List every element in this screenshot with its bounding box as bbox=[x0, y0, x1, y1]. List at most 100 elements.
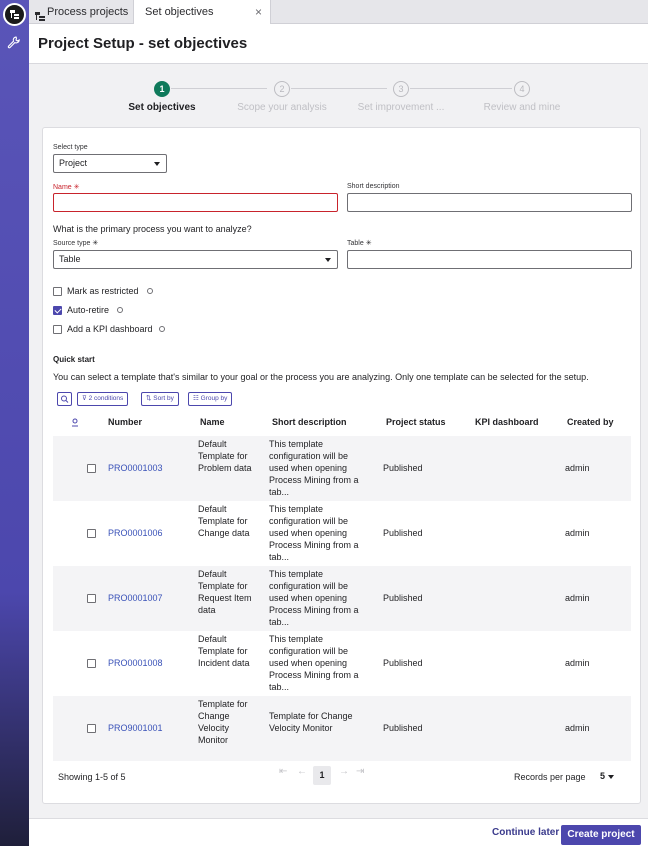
info-icon[interactable] bbox=[117, 307, 123, 313]
quick-start-title: Quick start bbox=[53, 355, 95, 364]
stepper: 1 2 3 4 Set objectives Scope your analys… bbox=[29, 64, 648, 120]
create-project-button[interactable]: Create project bbox=[561, 825, 641, 845]
next-page-icon[interactable]: → bbox=[339, 766, 349, 777]
row-checkbox[interactable] bbox=[87, 594, 96, 603]
step-1-indicator[interactable]: 1 bbox=[154, 81, 170, 97]
column-name[interactable]: Name bbox=[200, 417, 225, 427]
row-checkbox[interactable] bbox=[87, 464, 96, 473]
filter-icon: ⊽ bbox=[82, 395, 87, 402]
row-created-by: admin bbox=[565, 528, 590, 538]
step-4-indicator[interactable]: 4 bbox=[514, 81, 530, 97]
column-short-description[interactable]: Short description bbox=[272, 417, 347, 427]
mark-restricted-label: Mark as restricted bbox=[67, 286, 139, 296]
column-number[interactable]: Number bbox=[108, 417, 142, 427]
row-number-link[interactable]: PRO0001006 bbox=[108, 527, 163, 539]
quick-start-description: You can select a template that's similar… bbox=[53, 372, 589, 382]
table-row: PRO0001003 Default Template for Problem … bbox=[53, 436, 631, 501]
select-type-dropdown[interactable]: Project bbox=[53, 154, 167, 173]
source-type-dropdown[interactable]: Table bbox=[53, 250, 338, 269]
sort-icon: ⇅ bbox=[146, 395, 152, 402]
row-name: Default Template for Incident data bbox=[198, 634, 250, 668]
row-checkbox[interactable] bbox=[87, 529, 96, 538]
kpi-dashboard-checkbox[interactable] bbox=[53, 325, 62, 334]
search-icon bbox=[61, 395, 69, 403]
previous-page-icon[interactable]: ← bbox=[297, 766, 307, 777]
select-type-label: Select type bbox=[53, 144, 88, 151]
filter-conditions-button[interactable]: ⊽ 2 conditions bbox=[77, 392, 129, 406]
caret-down-icon bbox=[154, 162, 160, 166]
group-by-label: Group by bbox=[200, 395, 228, 402]
row-number-link[interactable]: PRO0001008 bbox=[108, 657, 163, 669]
row-description: Template for Change Velocity Monitor bbox=[269, 711, 353, 733]
current-page[interactable]: 1 bbox=[313, 766, 331, 785]
app-logo-icon[interactable] bbox=[3, 3, 26, 26]
row-created-by: admin bbox=[565, 463, 590, 473]
step-4-label: Review and mine bbox=[483, 102, 561, 113]
table-label: Table ✳ bbox=[347, 239, 372, 247]
row-created-by: admin bbox=[565, 723, 590, 733]
row-checkbox[interactable] bbox=[87, 659, 96, 668]
sort-by-label: Sort by bbox=[153, 395, 174, 402]
action-bar: Continue later Create project bbox=[29, 818, 648, 846]
row-number-link[interactable]: PRO9001001 bbox=[108, 722, 163, 734]
source-type-label: Source type ✳ bbox=[53, 239, 98, 247]
records-per-page-label: Records per page bbox=[514, 772, 586, 782]
page-title: Project Setup - set objectives bbox=[38, 35, 248, 52]
step-3-indicator[interactable]: 3 bbox=[393, 81, 409, 97]
auto-retire-checkbox[interactable] bbox=[53, 306, 62, 315]
table-input[interactable] bbox=[347, 250, 632, 269]
row-name: Template for Change Velocity Monitor bbox=[198, 699, 248, 745]
tab-process-projects[interactable]: Process projects bbox=[33, 0, 128, 24]
row-name: Default Template for Problem data bbox=[198, 439, 252, 473]
source-type-label-text: Source type bbox=[53, 240, 91, 247]
row-status: Published bbox=[383, 528, 423, 538]
last-page-icon[interactable]: ⇥ bbox=[356, 766, 364, 777]
required-icon: ✳ bbox=[73, 184, 80, 191]
kpi-dashboard-label: Add a KPI dashboard bbox=[67, 324, 153, 334]
showing-count: Showing 1-5 of 5 bbox=[58, 772, 126, 782]
row-checkbox[interactable] bbox=[87, 724, 96, 733]
column-created-by[interactable]: Created by bbox=[567, 417, 614, 427]
records-per-page-value: 5 bbox=[600, 771, 606, 781]
continue-later-button[interactable]: Continue later bbox=[492, 827, 559, 838]
group-by-button[interactable]: ☷ Group by bbox=[188, 392, 233, 406]
row-status: Published bbox=[383, 593, 423, 603]
step-1-label: Set objectives bbox=[128, 102, 196, 113]
row-status: Published bbox=[383, 658, 423, 668]
row-description: This template configuration will be used… bbox=[269, 569, 359, 627]
row-number-link[interactable]: PRO0001003 bbox=[108, 462, 163, 474]
name-input[interactable] bbox=[53, 193, 338, 212]
step-connector bbox=[171, 88, 267, 89]
row-created-by: admin bbox=[565, 658, 590, 668]
tab-bar: Process projects Set objectives × bbox=[29, 0, 648, 24]
column-kpi-dashboard[interactable]: KPI dashboard bbox=[475, 417, 539, 427]
short-description-input[interactable] bbox=[347, 193, 632, 212]
name-label-text: Name bbox=[53, 184, 72, 191]
setup-form-card: Select type Project Name ✳ Short descrip… bbox=[42, 127, 641, 804]
close-icon[interactable]: × bbox=[255, 0, 262, 24]
search-button[interactable] bbox=[57, 392, 72, 406]
tab-set-objectives[interactable]: Set objectives × bbox=[133, 0, 271, 24]
first-page-icon[interactable]: ⇤ bbox=[279, 766, 287, 777]
name-label: Name ✳ bbox=[53, 183, 80, 191]
column-project-status[interactable]: Project status bbox=[386, 417, 446, 427]
group-icon: ☷ bbox=[193, 395, 199, 402]
tab-label: Process projects bbox=[47, 6, 129, 18]
caret-down-icon bbox=[325, 258, 331, 262]
select-type-value: Project bbox=[59, 158, 88, 168]
column-settings-icon[interactable] bbox=[71, 418, 79, 429]
table-row: PRO0001008 Default Template for Incident… bbox=[53, 631, 631, 696]
records-per-page-select[interactable]: 5 bbox=[600, 771, 615, 781]
info-icon[interactable] bbox=[147, 288, 153, 294]
wrench-icon[interactable] bbox=[7, 36, 21, 55]
sort-by-button[interactable]: ⇅ Sort by bbox=[141, 392, 179, 406]
page-header: Project Setup - set objectives bbox=[29, 24, 648, 64]
step-connector bbox=[410, 88, 512, 89]
auto-retire-label: Auto-retire bbox=[67, 305, 110, 315]
row-status: Published bbox=[383, 723, 423, 733]
info-icon[interactable] bbox=[159, 326, 165, 332]
step-2-indicator[interactable]: 2 bbox=[274, 81, 290, 97]
row-created-by: admin bbox=[565, 593, 590, 603]
mark-restricted-checkbox[interactable] bbox=[53, 287, 62, 296]
row-number-link[interactable]: PRO0001007 bbox=[108, 592, 163, 604]
